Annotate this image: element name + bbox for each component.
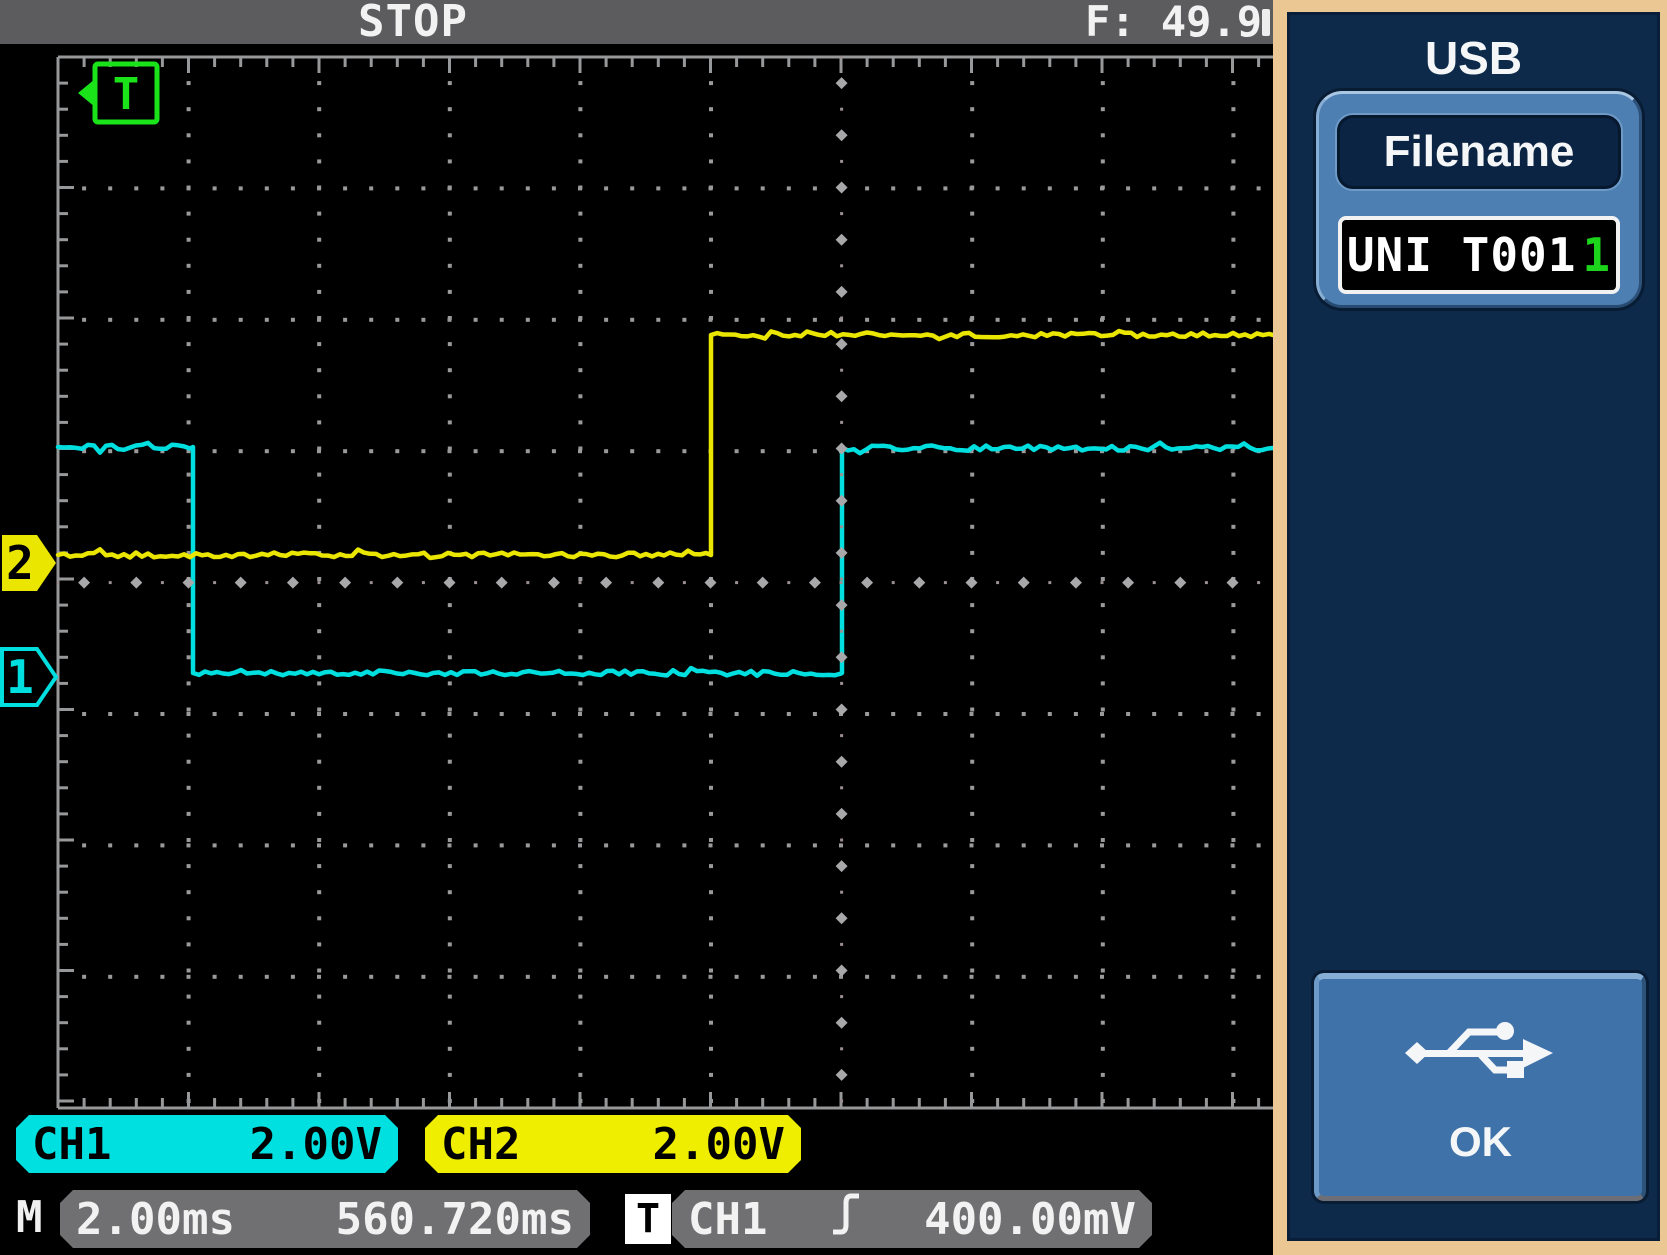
ch2-label: CH2	[441, 1119, 520, 1170]
trigger-level: 400.00mV	[924, 1194, 1136, 1245]
trigger-source: CH1	[688, 1194, 767, 1245]
ch2-volts-per-div: 2.00V	[653, 1119, 785, 1170]
filename-value-field[interactable]: UNI T0011	[1338, 216, 1620, 294]
ch2-scale-badge: CH2 2.00V	[425, 1115, 801, 1173]
ch1-scale-badge: CH1 2.00V	[16, 1115, 398, 1173]
rising-edge-icon	[831, 1192, 861, 1247]
top-status-bar: STOP F: 49.9	[0, 0, 1273, 44]
usb-trident-icon	[1403, 1009, 1559, 1102]
ok-button-label: OK	[1449, 1118, 1512, 1166]
main-timebase-letter: M	[16, 1190, 43, 1246]
filename-group: Filename UNI T0011	[1316, 91, 1642, 308]
trigger-info-badge: CH1 400.00mV	[672, 1190, 1152, 1248]
ch1-label: CH1	[32, 1119, 111, 1170]
clipped-digit-fragment	[1262, 9, 1270, 36]
trigger-symbol: T	[636, 1196, 660, 1242]
scope-display-area: T 2 1 STOP F: 49.9 CH1 2.00V CH2 2.00V M 2…	[0, 0, 1273, 1255]
ok-button[interactable]: OK	[1314, 973, 1646, 1201]
timebase-value: 2.00ms	[76, 1194, 235, 1245]
usb-menu-panel: USB Filename UNI T0011	[1273, 0, 1667, 1255]
waveform-graticule: T 2 1	[0, 0, 1273, 1255]
run-state-label: STOP	[358, 0, 468, 44]
svg-text:T: T	[113, 69, 140, 120]
svg-text:1: 1	[6, 650, 34, 704]
oscilloscope-screenshot: { "top_bar": { "run_state": "STOP", "fre…	[0, 0, 1667, 1255]
filename-text: UNI T001	[1347, 228, 1577, 282]
filename-cursor-char: 1	[1582, 228, 1611, 282]
filename-button-label: Filename	[1384, 127, 1575, 177]
ch1-volts-per-div: 2.00V	[250, 1119, 382, 1170]
filename-button[interactable]: Filename	[1335, 113, 1623, 191]
menu-title: USB	[1290, 31, 1657, 85]
timebase-badge: 2.00ms 560.720ms	[60, 1190, 590, 1248]
horizontal-offset-value: 560.720ms	[336, 1194, 574, 1245]
trigger-symbol-box: T	[625, 1194, 671, 1244]
svg-text:2: 2	[6, 536, 34, 590]
frequency-readout: F: 49.9	[1085, 0, 1262, 44]
usb-menu-background: USB Filename UNI T0011	[1287, 12, 1660, 1241]
